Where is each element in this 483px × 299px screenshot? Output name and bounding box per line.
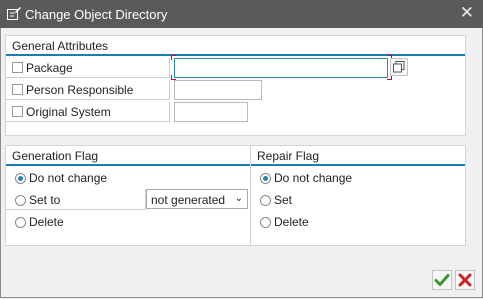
package-label-cell: Package (6, 58, 170, 78)
original-system-label: Original System (26, 105, 111, 119)
repair-do-not-change-label: Do not change (274, 171, 353, 185)
repair-flag-header: Repair Flag (251, 146, 465, 166)
package-label: Package (26, 61, 73, 75)
repair-delete-radio[interactable] (260, 217, 271, 228)
general-attributes-title: General Attributes (12, 39, 109, 53)
person-responsible-checkbox[interactable] (12, 84, 23, 95)
chevron-down-icon: ⌄ (234, 193, 243, 204)
cancel-icon (458, 273, 472, 287)
repair-set-radio[interactable] (260, 195, 271, 206)
value-help-button[interactable] (390, 58, 408, 76)
general-attributes-header: General Attributes (6, 36, 465, 56)
value-help-icon (393, 61, 405, 73)
general-attributes-group: General Attributes Package Person Respon… (5, 35, 466, 136)
repair-do-not-change-radio[interactable] (260, 173, 271, 184)
generation-set-to-radio[interactable] (15, 195, 26, 206)
generation-do-not-change-radio[interactable] (15, 173, 26, 184)
person-responsible-label-cell: Person Responsible (6, 80, 170, 100)
generation-delete-label: Delete (29, 215, 64, 229)
original-system-input[interactable] (174, 102, 248, 122)
generation-flag-header: Generation Flag (6, 146, 250, 166)
generation-flag-select[interactable]: not generated ⌄ (146, 189, 248, 209)
close-icon[interactable]: ✕ (460, 4, 474, 22)
generation-flag-title: Generation Flag (12, 149, 99, 163)
confirm-button[interactable] (432, 270, 452, 290)
original-system-checkbox[interactable] (12, 106, 23, 117)
generation-delete-radio[interactable] (15, 217, 26, 228)
window-title: Change Object Directory (25, 7, 168, 22)
repair-flag-group: Repair Flag Do not change Set Delete (250, 145, 466, 246)
person-responsible-label: Person Responsible (26, 83, 134, 97)
package-input[interactable] (174, 58, 388, 78)
cancel-button[interactable] (455, 270, 475, 290)
title-bar[interactable]: Change Object Directory ✕ (0, 0, 483, 28)
focus-corner-tl (171, 55, 176, 60)
generation-set-to-label: Set to (29, 193, 61, 207)
check-icon (434, 274, 450, 286)
generation-do-not-change-label: Do not change (29, 171, 108, 185)
person-responsible-input[interactable] (174, 80, 262, 100)
edit-window-icon (7, 7, 21, 20)
generation-flag-group: Generation Flag Do not change Set to not… (5, 145, 251, 246)
generation-set-to-row (6, 189, 146, 210)
repair-flag-title: Repair Flag (257, 149, 320, 163)
generation-flag-select-value: not generated (151, 193, 226, 207)
repair-delete-label: Delete (274, 215, 309, 229)
package-checkbox[interactable] (12, 62, 23, 73)
original-system-label-cell: Original System (6, 102, 170, 122)
repair-set-label: Set (274, 193, 293, 207)
